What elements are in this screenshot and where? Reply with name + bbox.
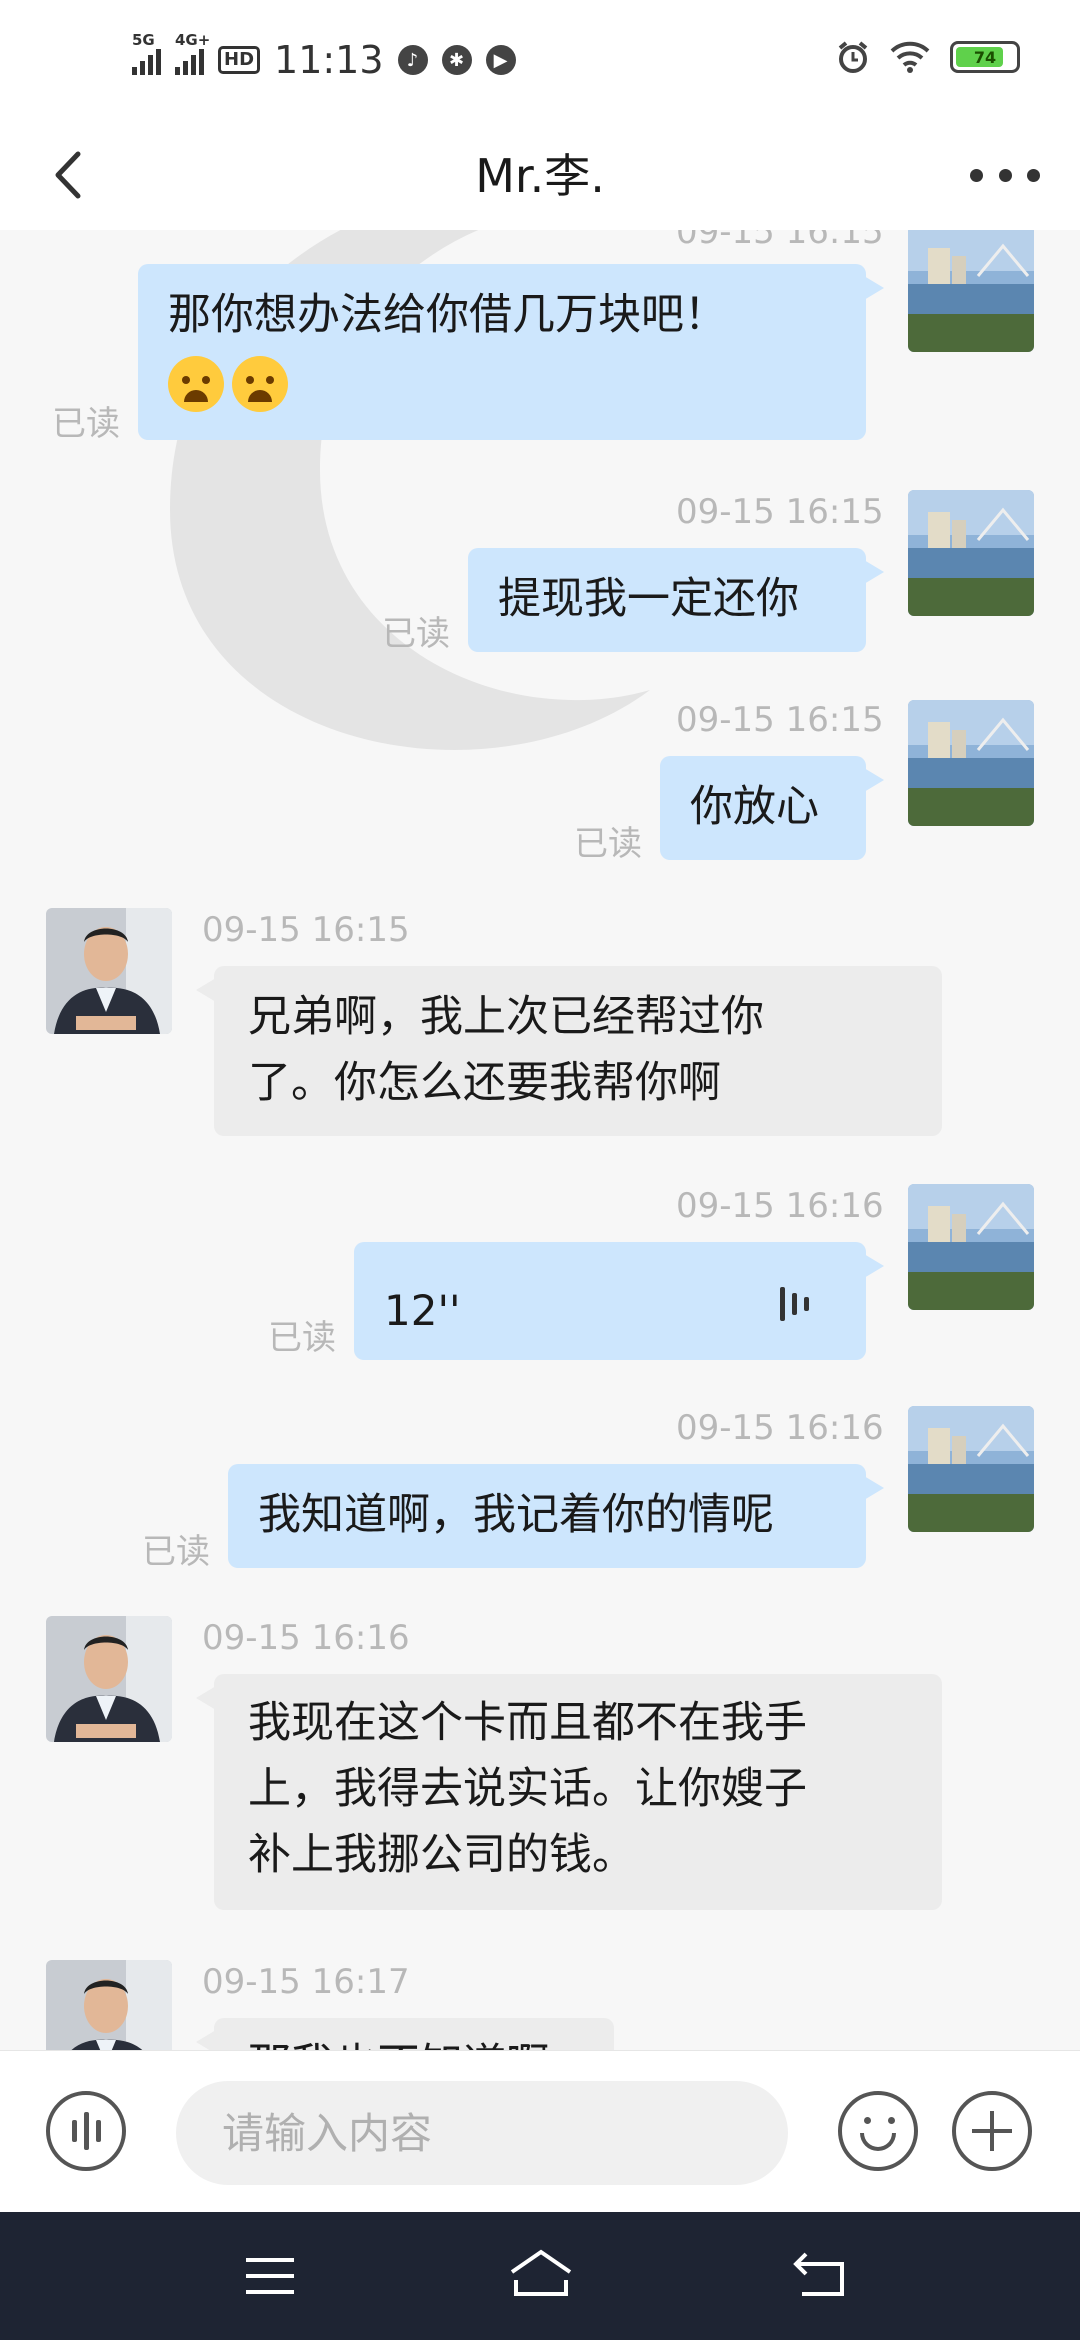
battery-level: 74 — [973, 47, 997, 67]
message-bubble[interactable]: 提现我一定还你 — [468, 548, 884, 652]
signal-4g-icon: 4G+ — [175, 31, 210, 75]
voice-wave-icon — [780, 1284, 816, 1324]
message-input[interactable] — [176, 2081, 788, 2185]
message-text: 你放心 — [690, 782, 819, 832]
my-avatar[interactable] — [908, 490, 1034, 616]
voice-input-button[interactable] — [46, 2091, 126, 2171]
message-timestamp: 09-15 16:15 — [676, 230, 884, 252]
hd-badge: HD — [218, 46, 261, 74]
my-avatar[interactable] — [908, 230, 1034, 352]
signal-5g-icon: 5G — [132, 31, 161, 75]
alarm-icon — [838, 41, 868, 73]
message-text: 提现我一定还你 — [498, 574, 799, 624]
menu-icon — [246, 2258, 294, 2294]
contact-avatar[interactable] — [46, 908, 172, 1034]
message-bubble[interactable]: 兄弟啊，我上次已经帮过你 了。你怎么还要我帮你啊 — [196, 966, 942, 1136]
message-bubble[interactable]: 我现在这个卡而且都不在我手 上，我得去说实话。让你嫂子 补上我挪公司的钱。 — [196, 1674, 942, 1910]
chat-title: Mr.李. — [475, 149, 605, 203]
system-navigation-bar — [0, 2212, 1080, 2340]
status-right: 74 — [836, 40, 1020, 74]
emoji-row — [168, 348, 836, 414]
contact-avatar[interactable] — [46, 1616, 172, 1742]
message-text: 我知道啊，我记着你的情呢 — [258, 1490, 774, 1540]
read-status: 已读 — [382, 614, 450, 654]
message-text-line: 我现在这个卡而且都不在我手 — [248, 1698, 807, 1748]
more-actions-button[interactable] — [952, 2091, 1032, 2171]
voice-wave-icon — [71, 2120, 77, 2142]
network-4g-label: 4G+ — [175, 31, 211, 49]
status-left: 5G 4G+ HD 11:13 ♪ ✱ ▶ — [132, 31, 516, 84]
read-status: 已读 — [52, 404, 120, 444]
play-app-icon: ▶ — [485, 45, 516, 75]
more-options-button[interactable] — [970, 150, 1040, 200]
message-timestamp: 09-15 16:16 — [676, 1408, 884, 1448]
message-text-line: 上，我得去说实话。让你嫂子 — [248, 1764, 807, 1814]
voice-duration: 12'' — [384, 1286, 461, 1335]
menu-button[interactable] — [240, 2246, 300, 2306]
message-text-line: 补上我挪公司的钱。 — [248, 1830, 635, 1880]
battery-icon: 74 — [950, 41, 1020, 73]
message-bubble[interactable]: 那你想办法给你借几万块吧！ — [138, 264, 884, 440]
message-bubble[interactable]: 你放心 — [660, 756, 884, 860]
message-text-line: 兄弟啊，我上次已经帮过你 — [248, 992, 764, 1042]
message-list[interactable]: 09-15 16:15 那你想办法给你借几万块吧！ 已读 09-15 16:15… — [0, 230, 1080, 2050]
weary-face-emoji-icon — [232, 355, 288, 412]
message-text-line: 了。你怎么还要我帮你啊 — [248, 1058, 721, 1108]
more-dots-icon — [970, 168, 983, 182]
my-avatar[interactable] — [908, 1184, 1034, 1310]
message-timestamp: 09-15 16:17 — [202, 1962, 410, 2002]
message-timestamp: 09-15 16:15 — [676, 492, 884, 532]
emoji-button[interactable] — [838, 2091, 918, 2171]
read-status: 已读 — [268, 1318, 336, 1358]
contact-avatar[interactable] — [46, 1960, 172, 2050]
message-text-line: 那我也不知道啊 — [248, 2032, 580, 2050]
app-notification-icon: ♪ — [397, 45, 428, 75]
weary-face-emoji-icon — [168, 355, 224, 412]
smiley-icon — [864, 2117, 871, 2124]
home-icon — [510, 2249, 572, 2296]
chat-header: Mr.李. — [0, 120, 1080, 230]
back-nav-button[interactable] — [790, 2246, 850, 2306]
my-avatar[interactable] — [908, 1406, 1034, 1532]
message-timestamp: 09-15 16:16 — [676, 1186, 884, 1226]
home-button[interactable] — [506, 2246, 576, 2306]
status-bar: 5G 4G+ HD 11:13 ♪ ✱ ▶ 74 — [0, 0, 1080, 120]
network-5g-label: 5G — [132, 31, 155, 49]
message-timestamp: 09-15 16:15 — [676, 700, 884, 740]
read-status: 已读 — [142, 1532, 210, 1572]
fan-app-icon: ✱ — [441, 45, 472, 75]
return-icon — [793, 2252, 844, 2296]
status-time: 11:13 — [274, 38, 384, 82]
message-bubble[interactable]: 那我也不知道啊 — [196, 2018, 614, 2050]
input-bar — [0, 2050, 1080, 2213]
read-status: 已读 — [574, 824, 642, 864]
wifi-icon — [890, 41, 930, 73]
message-bubble[interactable]: 我知道啊，我记着你的情呢 — [228, 1464, 884, 1568]
my-avatar[interactable] — [908, 700, 1034, 826]
message-timestamp: 09-15 16:15 — [202, 910, 410, 950]
message-timestamp: 09-15 16:16 — [202, 1618, 410, 1658]
message-text: 那你想办法给你借几万块吧！ — [168, 290, 727, 340]
voice-message-bubble[interactable]: 12'' — [354, 1242, 884, 1360]
